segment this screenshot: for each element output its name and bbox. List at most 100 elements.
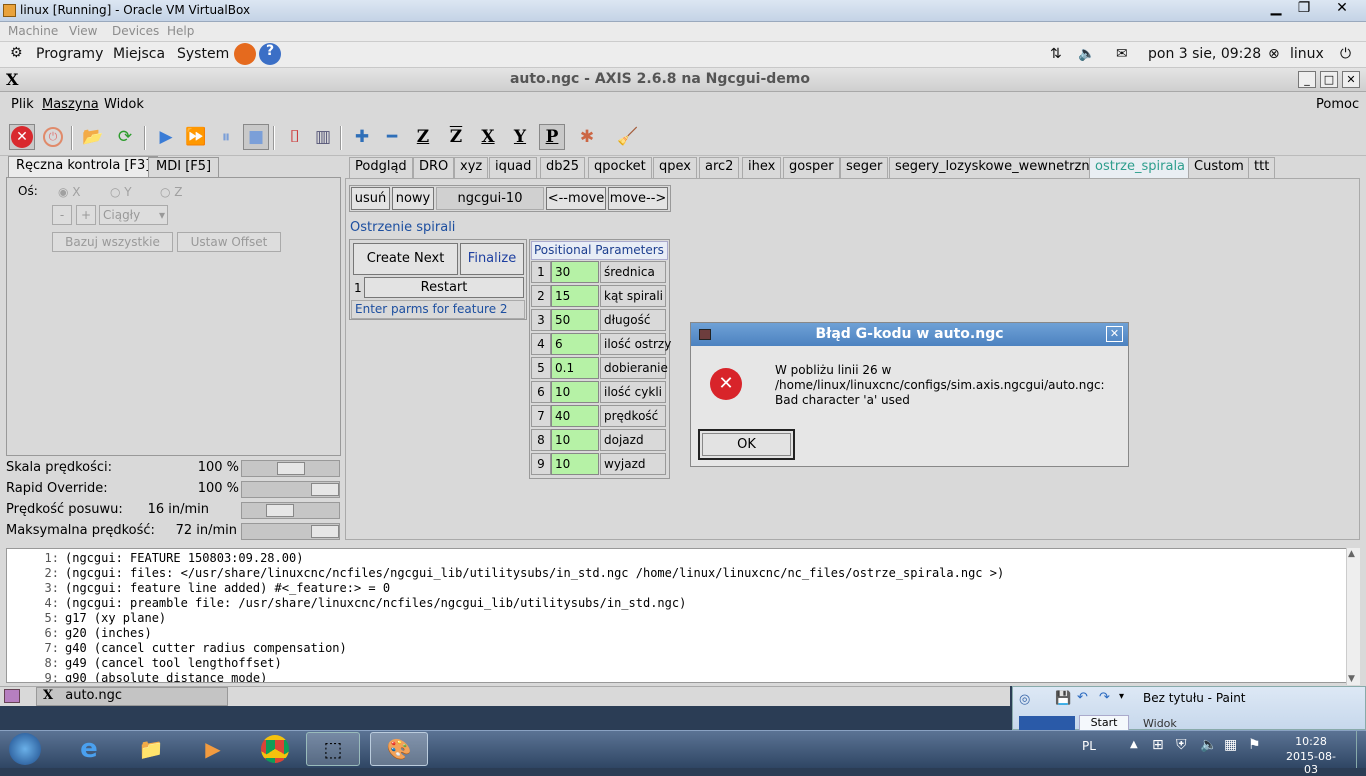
tab-custom[interactable]: Custom	[1188, 157, 1250, 178]
set-offset-button[interactable]: Ustaw Offset	[177, 232, 281, 252]
ok-button-frame[interactable]: OK	[698, 429, 795, 460]
user-name[interactable]: linux	[1290, 46, 1324, 62]
rotate-icon[interactable]: ✱	[574, 124, 600, 150]
network-tray-icon[interactable]: ▦	[1224, 737, 1237, 753]
taskbar-item-auto-ngc[interactable]: X auto.ngc	[36, 687, 228, 706]
paint-tab-start[interactable]: Start	[1079, 715, 1129, 731]
param-value-input[interactable]: 10	[551, 429, 599, 451]
paint-tab-view[interactable]: Widok	[1143, 717, 1177, 730]
show-hidden-icons[interactable]: ▲	[1130, 739, 1138, 750]
gcode-listing[interactable]: 1: (ngcgui: FEATURE 150803:09.28.00) 2: (ng…	[6, 548, 1352, 683]
tray-time[interactable]: 10:28	[1282, 735, 1340, 748]
tab-iquad[interactable]: iquad	[489, 157, 538, 178]
create-next-button[interactable]: Create Next	[353, 243, 458, 275]
clock[interactable]: pon 3 sie, 09:28	[1148, 46, 1261, 62]
axis-radio-x[interactable]: ◉ X	[58, 185, 81, 199]
qat-dropdown-icon[interactable]: ▾	[1119, 691, 1124, 702]
jog-minus-button[interactable]: -	[52, 205, 72, 225]
reload-icon[interactable]: ⟳	[112, 124, 138, 150]
param-value-input[interactable]: 50	[551, 309, 599, 331]
shutdown-icon[interactable]: ⊗	[1268, 46, 1280, 62]
show-desktop-icon[interactable]	[4, 689, 20, 703]
block-delete-icon[interactable]: ⌷	[282, 124, 308, 150]
menu-file[interactable]: Plik	[11, 97, 34, 112]
zoom-out-icon[interactable]: ━	[379, 124, 405, 150]
action-center-icon[interactable]: ⊞	[1152, 737, 1164, 753]
tab-dro[interactable]: DRO	[413, 157, 455, 178]
virtualbox-taskbar-icon[interactable]: ⬚	[306, 732, 360, 766]
security-icon[interactable]: ⛨	[1176, 737, 1187, 753]
menu-devices[interactable]: Devices	[112, 24, 159, 38]
save-icon[interactable]: 💾	[1055, 691, 1071, 706]
step-icon[interactable]: ⏩	[183, 124, 209, 150]
tab-xyz[interactable]: xyz	[454, 157, 489, 178]
param-value-input[interactable]: 30	[551, 261, 599, 283]
feed-rate-slider[interactable]	[241, 502, 340, 519]
menu-help-axis[interactable]: Pomoc	[1316, 97, 1359, 112]
ok-button[interactable]: OK	[702, 433, 791, 456]
new-button[interactable]: nowy	[392, 187, 434, 210]
pause-icon[interactable]: ⏸	[213, 124, 239, 150]
menu-machine-axis[interactable]: Maszyna	[42, 97, 99, 112]
vertical-scrollbar[interactable]: ▲ ▼	[1346, 548, 1360, 685]
menu-help[interactable]: Help	[167, 24, 194, 38]
gnome-foot-icon[interactable]: ⚙	[10, 45, 23, 61]
menu-view-axis[interactable]: Widok	[104, 97, 144, 112]
estop-button[interactable]: ✕	[9, 124, 35, 150]
view-x-icon[interactable]: X	[475, 124, 501, 150]
redo-icon[interactable]: ↷	[1099, 690, 1110, 705]
tab-arc2[interactable]: arc2	[699, 157, 740, 178]
help-icon[interactable]: ?	[259, 43, 281, 65]
tab-qpex[interactable]: qpex	[653, 157, 697, 178]
firefox-icon[interactable]	[234, 43, 256, 65]
chrome-icon[interactable]	[248, 732, 302, 766]
ie-icon[interactable]: e	[62, 732, 116, 766]
finalize-button[interactable]: Finalize	[460, 243, 524, 275]
restart-button[interactable]: Restart	[364, 277, 524, 298]
axis-radio-y[interactable]: ○ Y	[110, 185, 132, 199]
menu-machine[interactable]: Machine	[8, 24, 58, 38]
paint-app-icon[interactable]: ◎	[1019, 692, 1030, 707]
param-value-input[interactable]: 0.1	[551, 357, 599, 379]
paint-file-menu[interactable]	[1019, 716, 1075, 730]
close-button[interactable]: ✕	[1322, 0, 1362, 18]
axis-close-button[interactable]: ✕	[1342, 71, 1360, 88]
tab-seger[interactable]: seger	[840, 157, 889, 178]
remove-button[interactable]: usuń	[351, 187, 390, 210]
axis-maximize-button[interactable]: □	[1320, 71, 1338, 88]
max-velocity-slider[interactable]	[241, 523, 340, 540]
view-z-icon[interactable]: Z	[410, 124, 436, 150]
tab-qpocket[interactable]: qpocket	[588, 157, 652, 178]
language-indicator[interactable]: PL	[1082, 739, 1096, 753]
minimize-button[interactable]: ▁	[1262, 0, 1290, 18]
tab-mdi[interactable]: MDI [F5]	[148, 157, 220, 177]
tab-ttt[interactable]: ttt	[1248, 157, 1276, 178]
view-p-icon[interactable]: P	[539, 124, 565, 150]
param-value-input[interactable]: 10	[551, 453, 599, 475]
param-value-input[interactable]: 40	[551, 405, 599, 427]
menu-places[interactable]: Miejsca	[113, 46, 165, 62]
run-icon[interactable]: ▶	[153, 124, 179, 150]
jog-mode-select[interactable]: Ciągły ▾	[99, 205, 168, 225]
windows-start-button[interactable]	[0, 732, 50, 766]
home-all-button[interactable]: Bazuj wszystkie	[52, 232, 173, 252]
view-z2-icon[interactable]: Z	[443, 124, 469, 150]
optional-stop-icon[interactable]: ▥	[310, 124, 336, 150]
tray-date[interactable]: 2015-08-03	[1282, 750, 1340, 776]
clear-plot-icon[interactable]: 🧹	[615, 124, 641, 150]
volume-icon[interactable]: 🔈	[1078, 46, 1095, 62]
zoom-in-icon[interactable]: ✚	[349, 124, 375, 150]
tab-ostrze-spirala[interactable]: ostrze_spirala	[1089, 157, 1192, 178]
axis-radio-z[interactable]: ○ Z	[160, 185, 183, 199]
feed-override-slider[interactable]	[241, 460, 340, 477]
show-desktop-button[interactable]	[1356, 731, 1366, 768]
tab-gosper[interactable]: gosper	[783, 157, 840, 178]
param-value-input[interactable]: 6	[551, 333, 599, 355]
menu-system[interactable]: System	[177, 46, 229, 62]
tab-manual-control[interactable]: Ręczna kontrola [F3]	[8, 156, 159, 178]
tab-segery[interactable]: segery_lozyskowe_wewnetrzne	[889, 157, 1104, 178]
paint-taskbar-icon[interactable]: 🎨	[370, 732, 428, 766]
param-value-input[interactable]: 15	[551, 285, 599, 307]
tab-preview[interactable]: Podgląd	[349, 157, 413, 178]
param-value-input[interactable]: 10	[551, 381, 599, 403]
